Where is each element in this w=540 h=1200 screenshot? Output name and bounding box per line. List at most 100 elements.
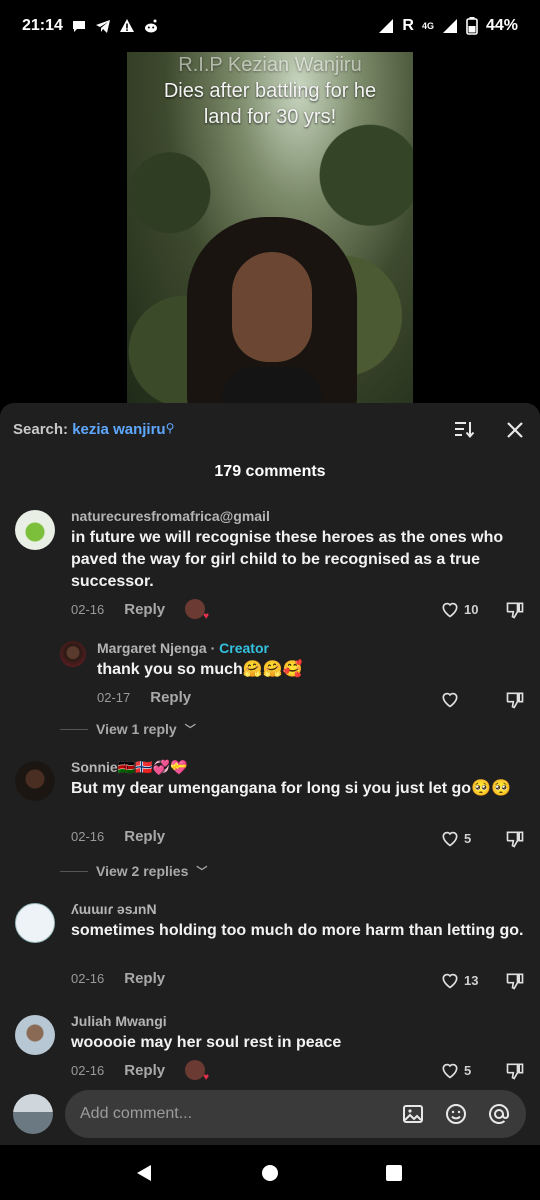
creator-liked-icon xyxy=(185,1060,209,1083)
face-shape xyxy=(232,252,312,362)
comment-input[interactable] xyxy=(80,1090,380,1138)
creator-liked-icon xyxy=(185,599,209,622)
status-bar: 21:14 R 4G 44% xyxy=(0,0,540,52)
avatar[interactable] xyxy=(15,1015,55,1055)
avatar[interactable] xyxy=(60,641,86,667)
search-query[interactable]: kezia wanjiru xyxy=(72,421,165,438)
status-right: R 4G 44% xyxy=(378,17,518,35)
divider-line xyxy=(60,870,88,872)
comment-text: in future we will recognise these heroes… xyxy=(71,529,504,590)
comment-item: naturecuresfromafrica@gmail in future we… xyxy=(0,507,540,627)
comments-sheet: Search: kezia wanjiru⚲ 179 comments natu… xyxy=(0,403,540,1083)
mention-icon[interactable] xyxy=(487,1102,511,1126)
sort-icon xyxy=(455,422,475,439)
video-subject xyxy=(187,217,357,404)
avatar[interactable] xyxy=(15,761,55,801)
shirt-shape xyxy=(222,367,322,404)
avatar[interactable] xyxy=(15,903,55,943)
recents-square-icon xyxy=(386,1165,402,1181)
like-button[interactable]: 13 xyxy=(440,970,478,990)
view-replies-button[interactable]: View 2 replies ﹀ xyxy=(60,863,207,879)
comment-input-wrapper[interactable] xyxy=(65,1090,526,1138)
like-count: 5 xyxy=(464,830,472,846)
like-button[interactable]: 5 xyxy=(440,1060,471,1080)
recents-button[interactable] xyxy=(385,1163,403,1188)
comment-text: thank you so much🤗🤗🥰 xyxy=(97,661,303,678)
comment-username[interactable]: ʎɯɯıɾ ǝsɹnN xyxy=(71,901,157,917)
divider-line xyxy=(60,728,88,730)
reply-button[interactable]: Reply xyxy=(124,970,165,987)
avatar[interactable] xyxy=(15,510,55,550)
comment-input-bar xyxy=(0,1083,540,1145)
search-icon[interactable]: ⚲ xyxy=(166,421,175,435)
clock: 21:14 xyxy=(22,17,63,34)
caption-line-1: R.I.P Kezian Wanjiru xyxy=(178,54,362,76)
comment-item: Sonnie🇰🇪🇳🇴💞💝 But my dear umengangana for… xyxy=(0,758,540,858)
comment-username[interactable]: naturecuresfromafrica@gmail xyxy=(71,508,270,524)
user-avatar[interactable] xyxy=(13,1094,53,1134)
heart-icon xyxy=(442,973,458,989)
creator-badge: Creator xyxy=(219,640,269,656)
emoji-icon[interactable] xyxy=(444,1102,468,1126)
comment-meta: 02-16 Reply xyxy=(71,599,209,622)
reply-button[interactable]: Reply xyxy=(124,828,165,845)
comment-username[interactable]: Sonnie🇰🇪🇳🇴💞💝 xyxy=(71,759,187,776)
signal-icon-2 xyxy=(442,18,458,34)
chat-bubble-icon xyxy=(71,18,87,34)
comment-item: ʎɯɯıɾ ǝsɹnN sometimes holding too much d… xyxy=(0,900,540,1000)
like-count: 10 xyxy=(464,601,479,617)
reply-username[interactable]: Margaret Njenga xyxy=(97,640,207,656)
thumbs-down-icon xyxy=(506,692,524,709)
dislike-button[interactable] xyxy=(505,600,525,620)
sheet-header: Search: kezia wanjiru⚲ xyxy=(0,403,540,459)
dislike-button[interactable] xyxy=(505,1061,525,1081)
like-count: 5 xyxy=(464,1062,472,1078)
thumbs-down-icon xyxy=(506,973,524,990)
like-button[interactable] xyxy=(440,689,460,709)
dislike-button[interactable] xyxy=(505,829,525,849)
image-icon[interactable] xyxy=(401,1102,425,1126)
comment-meta: 02-16 Reply xyxy=(71,828,165,845)
network-label: R xyxy=(402,17,414,34)
comment-username[interactable]: Margaret Njenga · Creator xyxy=(97,640,269,656)
comment-text: wooooie may her soul rest in peace xyxy=(71,1034,342,1051)
reddit-icon xyxy=(143,18,159,34)
video-player[interactable]: R.I.P Kezian Wanjiru Dies after battling… xyxy=(127,52,413,404)
comment-text: sometimes holding too much do more harm … xyxy=(71,922,524,939)
dislike-button[interactable] xyxy=(505,971,525,991)
search-label[interactable]: Search: kezia wanjiru⚲ xyxy=(13,421,174,438)
comment-date: 02-16 xyxy=(71,971,105,986)
dislike-button[interactable] xyxy=(505,690,525,710)
creator-separator: · xyxy=(206,640,220,656)
comment-date: 02-16 xyxy=(71,601,105,617)
reply-button[interactable]: Reply xyxy=(124,601,165,618)
comment-date: 02-16 xyxy=(71,1062,105,1078)
close-button[interactable] xyxy=(502,417,528,443)
like-button[interactable]: 5 xyxy=(440,828,471,848)
warning-icon xyxy=(119,18,135,34)
reply-button[interactable]: Reply xyxy=(124,1062,165,1079)
heart-icon xyxy=(442,602,458,618)
back-button[interactable] xyxy=(135,1163,153,1188)
reply-button[interactable]: Reply xyxy=(150,689,191,706)
heart-icon xyxy=(442,1063,458,1079)
home-button[interactable] xyxy=(261,1163,279,1188)
view-replies-button[interactable]: View 1 reply ﹀ xyxy=(60,721,196,737)
comment-meta: 02-16 Reply xyxy=(71,1060,209,1083)
chevron-down-icon: ﹀ xyxy=(196,866,208,878)
status-left: 21:14 xyxy=(22,17,159,35)
view-replies-label: View 1 reply xyxy=(96,721,177,737)
signal-icon xyxy=(378,18,394,34)
sort-button[interactable] xyxy=(452,417,476,441)
thumbs-down-icon xyxy=(506,831,524,848)
system-nav-bar xyxy=(0,1145,540,1200)
view-replies-label: View 2 replies xyxy=(96,863,189,879)
telegram-icon xyxy=(95,18,111,34)
like-button[interactable]: 10 xyxy=(440,599,478,619)
video-caption: R.I.P Kezian Wanjiru Dies after battling… xyxy=(127,52,413,130)
thumbs-down-icon xyxy=(506,602,524,619)
battery-percent: 44% xyxy=(485,17,518,34)
comment-username[interactable]: Juliah Mwangi xyxy=(71,1013,167,1029)
comment-meta: 02-17 Reply xyxy=(97,689,191,706)
back-triangle-icon xyxy=(137,1165,151,1181)
